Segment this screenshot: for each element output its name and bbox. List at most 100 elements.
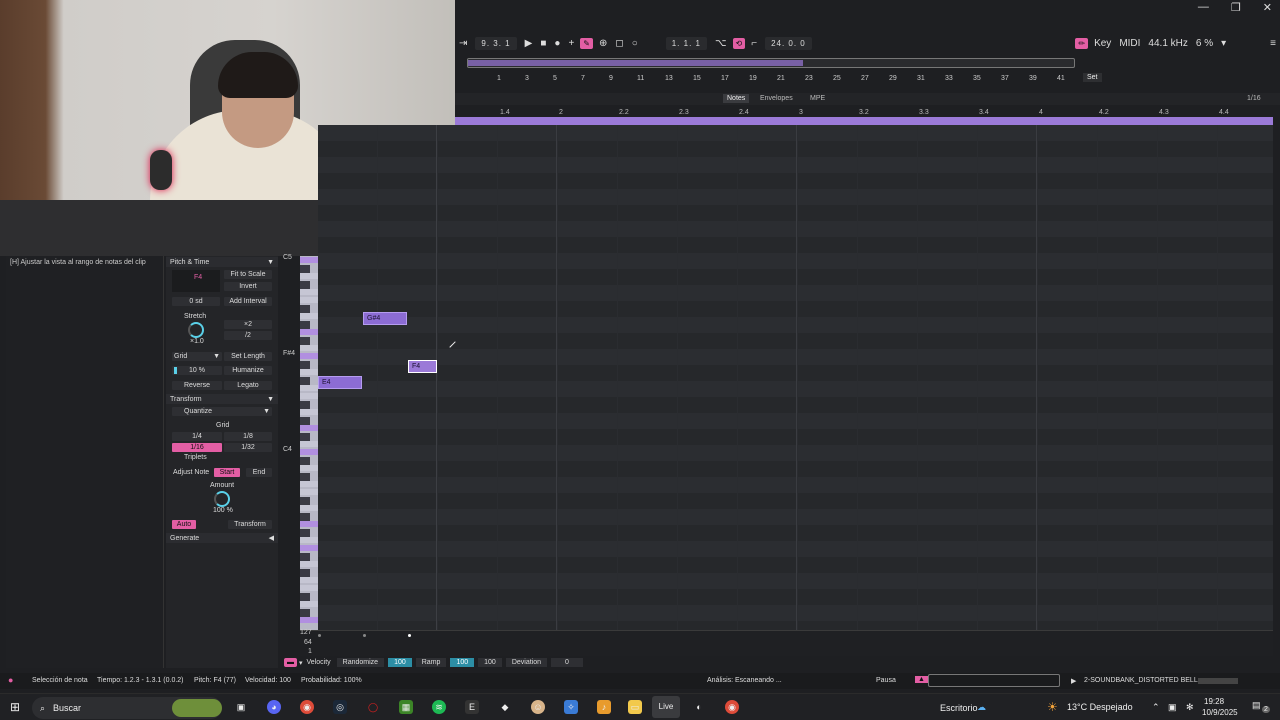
loop-switch-icon[interactable]: ⟲: [732, 37, 746, 49]
deviation-value[interactable]: 0: [551, 658, 583, 667]
chrome-icon[interactable]: ◉: [300, 700, 314, 714]
amount-knob[interactable]: [214, 491, 230, 507]
stretch-knob[interactable]: [188, 322, 204, 338]
white-key[interactable]: [300, 441, 318, 447]
white-key[interactable]: [300, 425, 318, 431]
grid-dropdown[interactable]: Grid ▼: [172, 352, 222, 361]
white-key[interactable]: [300, 393, 318, 399]
fl-studio-icon[interactable]: ♪: [597, 700, 611, 714]
generate-header[interactable]: Generate ◀: [166, 533, 278, 543]
ableton-live-taskbar-button[interactable]: Live: [652, 696, 680, 718]
quantize-dropdown[interactable]: Quantize ▼: [172, 407, 272, 416]
clock-date[interactable]: 10/9/2025: [1202, 708, 1238, 717]
midi-map-button[interactable]: MIDI: [1119, 38, 1140, 49]
note-e4[interactable]: E4: [318, 376, 362, 389]
follow-icon[interactable]: ⇥: [459, 38, 467, 49]
pause-button[interactable]: Pausa: [876, 677, 896, 684]
randomize-value[interactable]: 100: [388, 658, 412, 667]
white-key[interactable]: [300, 601, 318, 607]
white-key[interactable]: [300, 297, 318, 303]
draw-mode-icon[interactable]: ✏: [1075, 37, 1089, 49]
randomize-button[interactable]: Randomize: [336, 658, 385, 667]
opera-icon[interactable]: ◯: [366, 700, 380, 714]
semitones-field[interactable]: 0 sd: [172, 297, 220, 306]
capture-icon[interactable]: ⊕: [599, 38, 607, 49]
white-key[interactable]: [300, 585, 318, 591]
white-key[interactable]: [300, 561, 318, 567]
session-record-icon[interactable]: ◻: [615, 38, 623, 49]
desktop-label[interactable]: Escritorio: [940, 703, 978, 713]
track-play-icon[interactable]: ▶: [1071, 677, 1076, 685]
tab-envelopes[interactable]: Envelopes: [760, 95, 793, 102]
arrangement-position[interactable]: 9. 3. 1: [475, 36, 517, 50]
tab-notes[interactable]: Notes: [723, 94, 750, 103]
quantize-1-32[interactable]: 1/32: [224, 443, 272, 452]
generate-expand-icon[interactable]: ◀: [269, 534, 274, 542]
note-f4[interactable]: F4: [408, 360, 437, 373]
key-map-button[interactable]: Key: [1094, 38, 1111, 49]
overdub-icon[interactable]: +: [568, 38, 574, 49]
white-key[interactable]: [300, 489, 318, 495]
file-explorer-icon[interactable]: ▭: [628, 700, 642, 714]
notification-icon[interactable]: ▤: [1252, 700, 1261, 711]
minecraft-icon[interactable]: ▦: [399, 700, 413, 714]
fit-to-scale-button[interactable]: Fit to Scale: [224, 270, 272, 279]
set-length-button[interactable]: Set Length: [224, 352, 272, 361]
white-key[interactable]: [300, 345, 318, 351]
chrome-profile-icon[interactable]: ◉: [725, 700, 739, 714]
play-icon[interactable]: ▶: [525, 38, 533, 49]
tray-expand-icon[interactable]: ⌃: [1152, 702, 1160, 713]
tab-mpe[interactable]: MPE: [810, 95, 825, 102]
humanize-amount[interactable]: 10 %: [172, 366, 222, 375]
record-icon[interactable]: ●: [554, 38, 560, 49]
add-interval-button[interactable]: Add Interval: [224, 297, 272, 306]
clock-time[interactable]: 19:28: [1204, 697, 1224, 706]
piano-keyboard[interactable]: [300, 256, 318, 630]
tray-app-icon[interactable]: ▣: [1168, 702, 1177, 713]
velocity-marker-e4[interactable]: [318, 634, 321, 637]
velocity-marker-f4[interactable]: [408, 634, 411, 637]
white-key[interactable]: [300, 481, 318, 487]
copilot-icon[interactable]: ✧: [564, 700, 578, 714]
grid-setting[interactable]: 1/16: [1247, 95, 1261, 102]
onedrive-icon[interactable]: ☁: [977, 702, 986, 713]
ramp-end-value[interactable]: 100: [478, 658, 502, 667]
white-key[interactable]: [300, 545, 318, 551]
set-button[interactable]: Set: [1083, 73, 1102, 82]
clip-loop-bar[interactable]: [455, 117, 1273, 125]
adjust-end-button[interactable]: End: [246, 468, 272, 477]
info-icon[interactable]: ●: [8, 675, 13, 685]
white-key[interactable]: [300, 449, 318, 455]
arrangement-overview[interactable]: [467, 58, 1075, 68]
white-key[interactable]: [300, 353, 318, 359]
cpu-dropdown-icon[interactable]: ▾: [1221, 38, 1226, 49]
tradingview-icon[interactable]: ◆: [498, 700, 512, 714]
half-button[interactable]: /2: [224, 331, 272, 340]
white-key[interactable]: [300, 409, 318, 415]
steam-icon[interactable]: ◎: [333, 700, 347, 714]
white-key[interactable]: [300, 329, 318, 335]
white-key[interactable]: [300, 289, 318, 295]
ramp-button[interactable]: Ramp: [415, 658, 447, 667]
white-key[interactable]: [300, 313, 318, 319]
stop-icon[interactable]: ■: [540, 38, 546, 49]
adjust-start-button[interactable]: Start: [214, 468, 240, 477]
transform-button[interactable]: Transform: [228, 520, 272, 529]
white-key[interactable]: [300, 369, 318, 375]
white-key[interactable]: [300, 465, 318, 471]
quantize-1-16[interactable]: 1/16: [172, 443, 222, 452]
note-gs4[interactable]: G#4: [363, 312, 407, 325]
white-key[interactable]: [300, 505, 318, 511]
legato-button[interactable]: Legato: [224, 381, 272, 390]
invert-button[interactable]: Invert: [224, 282, 272, 291]
white-key[interactable]: [300, 385, 318, 391]
epic-games-icon[interactable]: E: [465, 700, 479, 714]
obs-icon[interactable]: ◐: [692, 700, 706, 714]
minimize-button[interactable]: —: [1198, 1, 1209, 13]
pitch-time-header[interactable]: Pitch & Time ▼: [166, 257, 278, 267]
root-note-box[interactable]: F4: [172, 270, 220, 292]
velocity-dropdown-icon[interactable]: ▾: [299, 659, 303, 667]
track-selector-field[interactable]: [928, 674, 1060, 687]
menu-icon[interactable]: ≡: [1270, 38, 1276, 49]
loop-start-field[interactable]: 1. 1. 1: [665, 36, 707, 50]
